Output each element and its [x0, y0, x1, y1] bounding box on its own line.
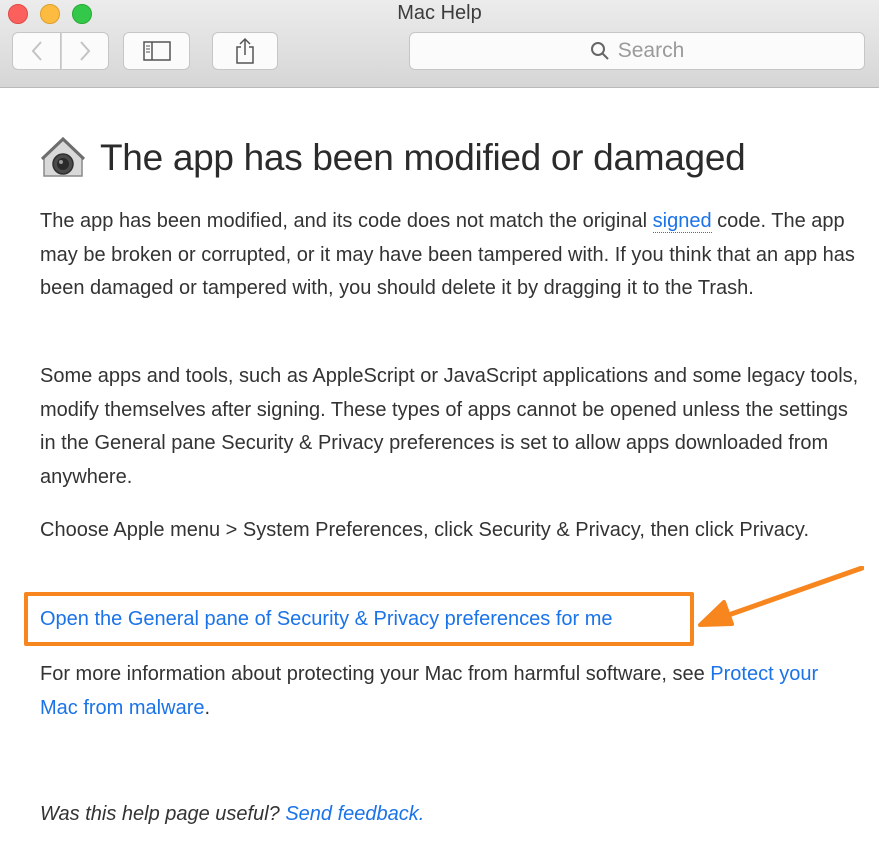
- share-icon: [236, 37, 254, 64]
- paragraph-modified: The app has been modified, and its code …: [40, 210, 855, 299]
- paragraph-instructions: Choose Apple menu > System Preferences, …: [40, 519, 810, 541]
- share-button[interactable]: [212, 32, 278, 70]
- window-title: Mac Help: [397, 2, 482, 24]
- open-security-preferences-link[interactable]: Open the General pane of Security & Priv…: [40, 603, 613, 637]
- search-icon: [590, 42, 609, 60]
- title-bar: Mac Help Search: [0, 0, 879, 88]
- search-field[interactable]: Search: [409, 32, 865, 70]
- back-button[interactable]: [12, 32, 61, 70]
- feedback-line: Was this help page useful? Send feedback…: [40, 798, 424, 832]
- signed-glossary-link[interactable]: signed: [652, 210, 712, 233]
- chevron-right-icon: [80, 41, 91, 61]
- search-placeholder: Search: [617, 39, 685, 62]
- article-title: The app has been modified or damaged: [100, 137, 746, 178]
- chevron-left-icon: [31, 41, 42, 61]
- page-title: The app has been modified or damaged: [40, 136, 746, 180]
- paragraph-more-info: For more information about protecting yo…: [40, 663, 819, 719]
- annotation-arrow: [698, 566, 864, 627]
- paragraph-self-modifying-apps: Some apps and tools, such as AppleScript…: [40, 365, 859, 488]
- sidebar-toggle-button[interactable]: [123, 32, 190, 70]
- gatekeeper-lock-icon: [40, 136, 86, 177]
- send-feedback-link[interactable]: Send feedback.: [285, 803, 424, 825]
- feedback-question: Was this help page useful?: [40, 803, 286, 825]
- sidebar-icon: [142, 41, 171, 61]
- forward-button[interactable]: [61, 32, 109, 70]
